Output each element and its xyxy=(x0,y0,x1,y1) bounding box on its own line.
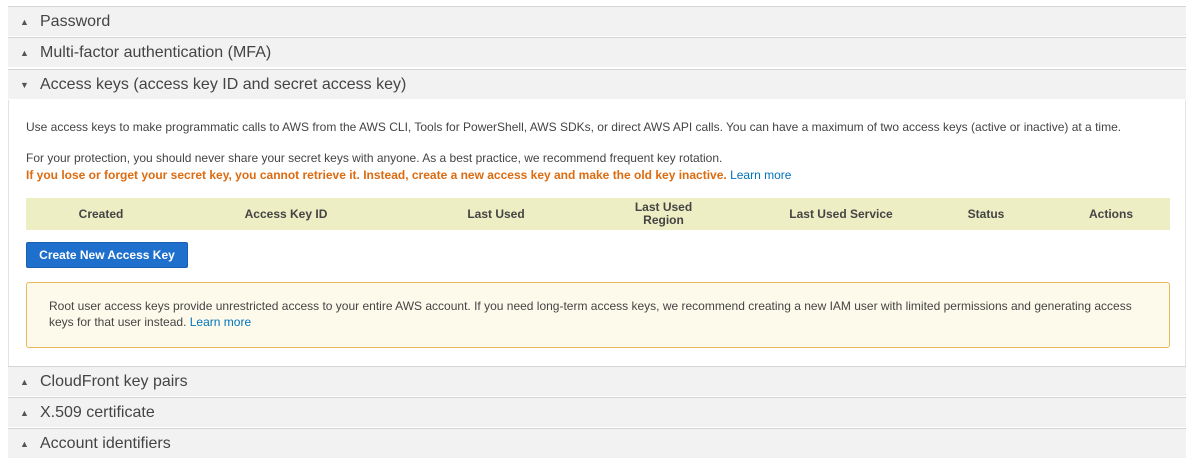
section-label: Multi-factor authentication (MFA) xyxy=(40,43,272,61)
column-last-used-service: Last Used Service xyxy=(789,206,893,221)
triangle-up-icon: ▲ xyxy=(20,376,29,387)
column-actions: Actions xyxy=(1088,206,1133,221)
learn-more-link[interactable]: Learn more xyxy=(730,168,791,182)
column-last-used: Last Used xyxy=(467,206,525,221)
access-keys-panel: Use access keys to make programmatic cal… xyxy=(8,100,1186,366)
column-access-key-id: Access Key ID xyxy=(244,206,328,221)
triangle-up-icon: ▲ xyxy=(20,16,29,27)
triangle-up-icon: ▲ xyxy=(20,407,29,418)
section-label: Access keys (access key ID and secret ac… xyxy=(40,75,407,93)
access-keys-protection: For your protection, you should never sh… xyxy=(26,151,723,165)
column-last-used-region: Last Used Region xyxy=(634,200,693,227)
section-label: Account identifiers xyxy=(40,434,171,452)
section-label: Password xyxy=(40,12,111,30)
section-x509-certificate[interactable]: ▲ X.509 certificate xyxy=(8,397,1186,427)
notice-learn-more-link[interactable]: Learn more xyxy=(190,315,251,329)
section-account-identifiers[interactable]: ▲ Account identifiers xyxy=(8,428,1186,458)
create-new-access-key-button[interactable]: Create New Access Key xyxy=(26,242,188,268)
column-status: Status xyxy=(967,206,1005,221)
section-password[interactable]: ▲ Password xyxy=(8,6,1186,36)
section-label: X.509 certificate xyxy=(40,403,155,421)
triangle-down-icon: ▼ xyxy=(20,79,29,90)
security-credentials-page: ▲ Password ▲ Multi-factor authentication… xyxy=(0,0,1188,458)
secret-key-warning: If you lose or forget your secret key, y… xyxy=(26,168,727,182)
section-label: CloudFront key pairs xyxy=(40,372,188,390)
access-keys-intro: Use access keys to make programmatic cal… xyxy=(26,120,1122,134)
section-cloudfront-key-pairs[interactable]: ▲ CloudFront key pairs xyxy=(8,366,1186,396)
access-keys-table-header: Created Access Key ID Last Used Last Use… xyxy=(26,198,1170,230)
triangle-up-icon: ▲ xyxy=(20,47,29,58)
triangle-up-icon: ▲ xyxy=(20,438,29,449)
access-keys-warning-line: If you lose or forget your secret key, y… xyxy=(26,168,791,182)
root-keys-notice: Root user access keys provide unrestrict… xyxy=(26,282,1170,348)
column-created: Created xyxy=(78,206,124,221)
section-access-keys[interactable]: ▼ Access keys (access key ID and secret … xyxy=(8,69,1186,99)
section-mfa[interactable]: ▲ Multi-factor authentication (MFA) xyxy=(8,37,1186,67)
